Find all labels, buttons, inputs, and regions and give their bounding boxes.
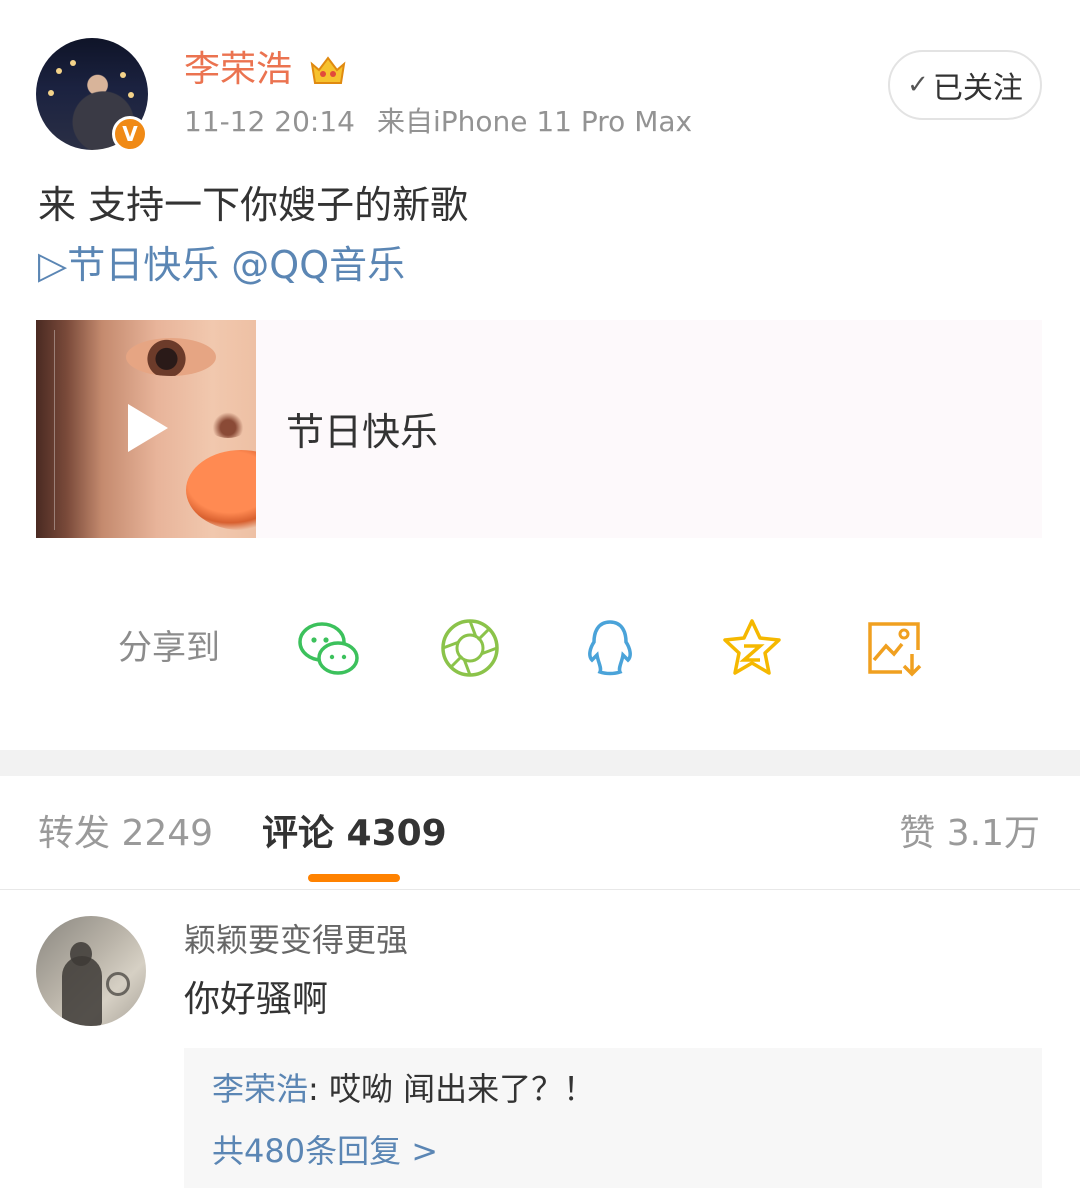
author-name[interactable]: 李荣浩 (184, 48, 292, 92)
save-image-icon[interactable] (862, 616, 926, 680)
more-replies-link[interactable]: 共480条回复 > (212, 1128, 438, 1174)
comment-text: 你好骚啊 (184, 979, 329, 1020)
moments-icon[interactable] (438, 616, 502, 680)
post-time: 11-12 20:14 (184, 105, 355, 138)
post-meta: 11-12 20:14 来自iPhone 11 Pro Max (184, 104, 692, 140)
post-source: 来自iPhone 11 Pro Max (376, 105, 693, 138)
wechat-icon[interactable] (296, 616, 360, 680)
commenter-name[interactable]: 颖颖要变得更强 (184, 918, 408, 962)
active-tab-indicator (308, 874, 400, 882)
verified-badge-icon: V (112, 116, 148, 152)
tab-repost[interactable]: 转发 2249 (38, 812, 213, 856)
qq-icon[interactable] (578, 616, 642, 680)
tab-divider (0, 889, 1080, 890)
reply-author[interactable]: 李荣浩 (212, 1070, 308, 1108)
check-icon: ✓ (907, 70, 929, 100)
share-label: 分享到 (118, 628, 220, 668)
tab-like[interactable]: 赞 3.1万 (899, 812, 1040, 856)
follow-label: 已关注 (932, 71, 1023, 106)
music-link[interactable]: ▷节日快乐 @QQ音乐 (38, 240, 405, 290)
vip-crown-icon (310, 56, 346, 84)
section-divider (0, 750, 1080, 776)
music-card-title: 节日快乐 (286, 410, 439, 454)
qzone-icon[interactable] (720, 616, 784, 680)
follow-button[interactable]: ✓ 已关注 (888, 50, 1042, 120)
commenter-avatar[interactable] (36, 916, 146, 1026)
post-text: 来 支持一下你嫂子的新歌 (38, 183, 469, 227)
play-icon[interactable] (128, 404, 168, 452)
tab-comment[interactable]: 评论 4309 (262, 812, 447, 856)
reply-item[interactable]: 李荣浩: 哎呦 闻出来了？！ (212, 1066, 595, 1112)
reply-text: : 哎呦 闻出来了？！ (308, 1070, 596, 1108)
